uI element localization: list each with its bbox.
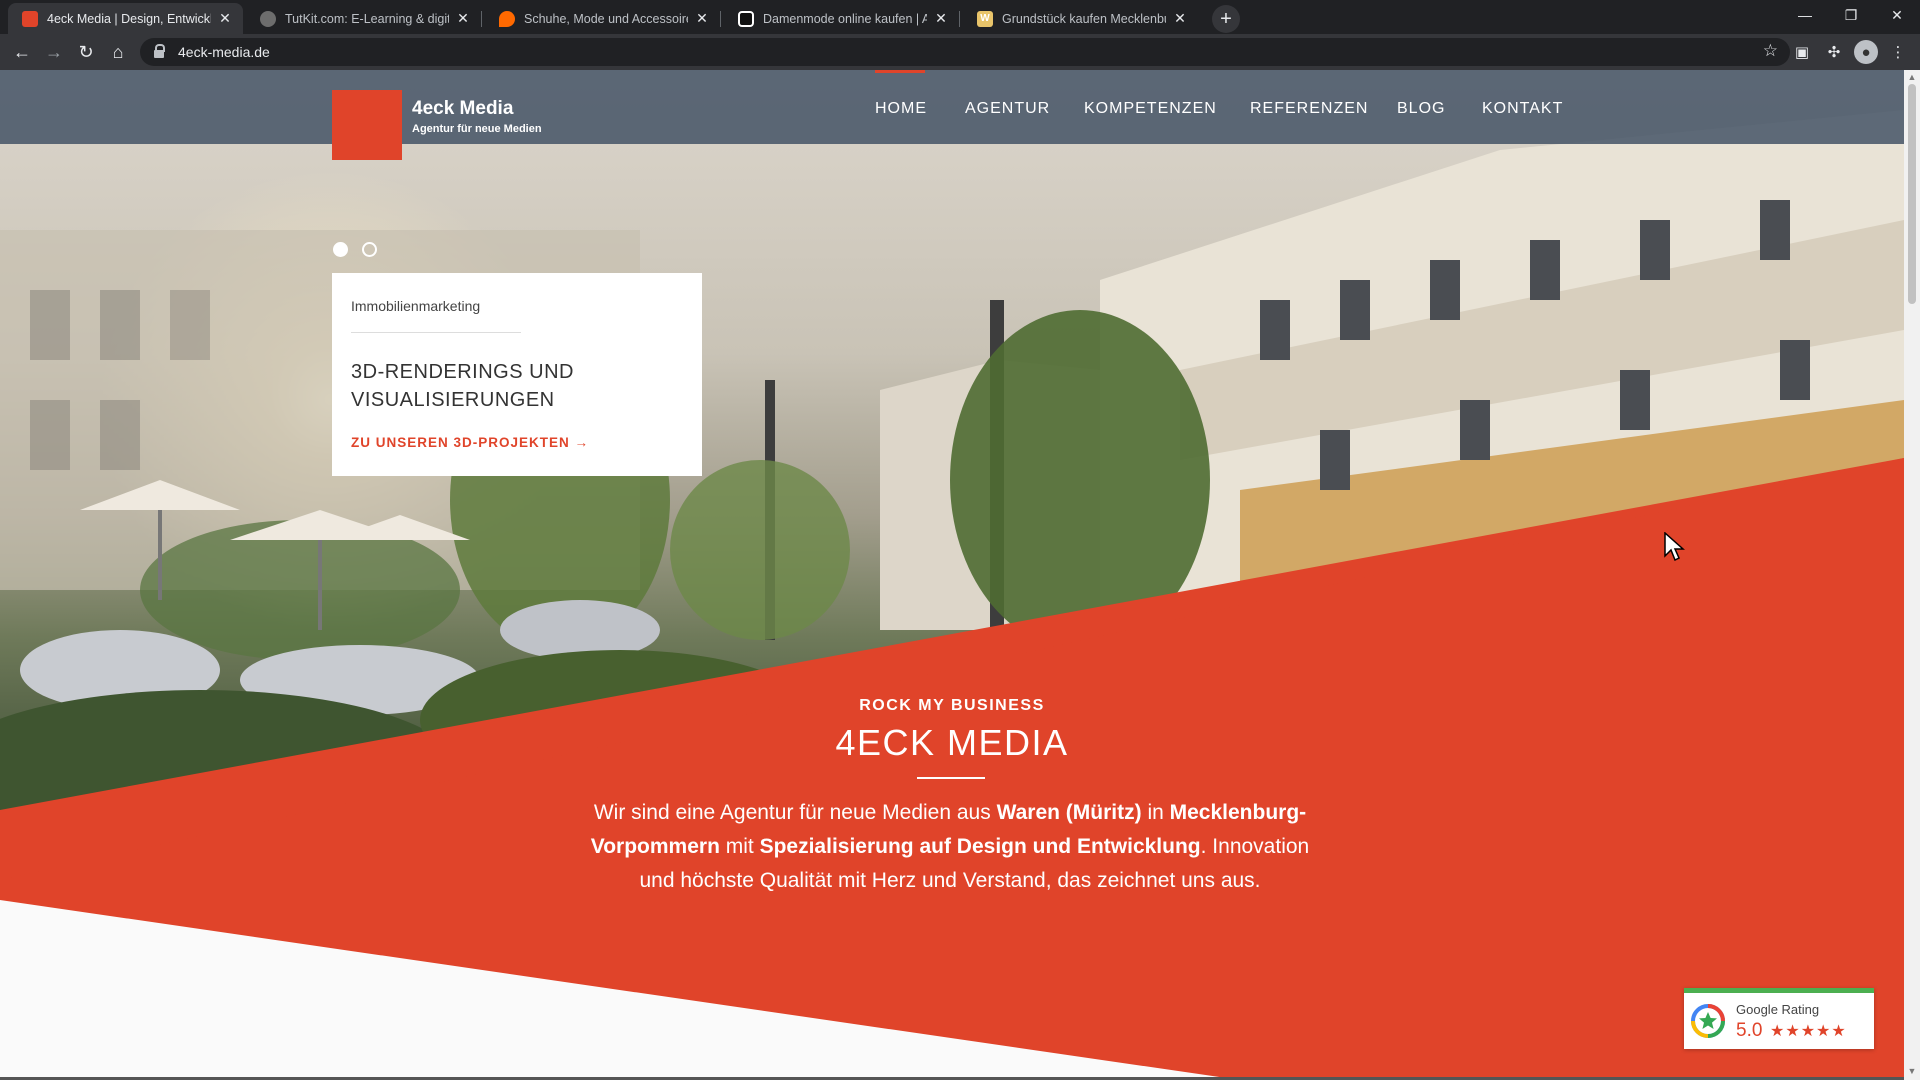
section-title: 4ECK MEDIA — [835, 722, 1069, 763]
tab-title: 4eck Media | Design, Entwicklung — [47, 11, 211, 26]
home-icon[interactable]: ⌂ — [104, 38, 132, 66]
slider-card: Immobilienmarketing 3D-RENDERINGS UND VI… — [332, 273, 702, 476]
tab-shoes[interactable]: Schuhe, Mode und Accessoires ✕ — [485, 3, 721, 34]
browser-toolbar: ← → ↻ ⌂ 4eck-media.de ☆ ▣ ✣ ● ⋮ — [0, 34, 1920, 70]
section-kicker: ROCK MY BUSINESS — [859, 697, 1045, 714]
tab-grundstueck[interactable]: W Grundstück kaufen Mecklenburg ✕ — [963, 3, 1198, 34]
url-text: 4eck-media.de — [178, 44, 270, 60]
rating-stars-icon: ★★★★★ — [1770, 1023, 1847, 1040]
tab-4eck-media[interactable]: 4eck Media | Design, Entwicklung ✕ — [8, 3, 243, 34]
lock-icon — [154, 44, 165, 58]
close-window-icon[interactable]: ✕ — [1874, 0, 1920, 30]
site-header: 4eck Media Agentur für neue Medien HOME … — [0, 70, 1904, 144]
reload-icon[interactable]: ↻ — [72, 38, 100, 66]
minimize-icon[interactable]: — — [1782, 0, 1828, 30]
tab-title: TutKit.com: E-Learning & digitale — [285, 11, 449, 26]
nav-kompetenzen[interactable]: KOMPETENZEN — [1084, 100, 1217, 118]
nav-blog[interactable]: BLOG — [1397, 100, 1445, 118]
nav-agentur[interactable]: AGENTUR — [965, 100, 1050, 118]
tab-about-you[interactable]: Damenmode online kaufen | ABOUT ✕ — [724, 3, 960, 34]
intro-text: mit — [719, 835, 760, 858]
slider-dot-2[interactable] — [362, 242, 377, 257]
tab-title: Grundstück kaufen Mecklenburg — [1002, 11, 1166, 26]
google-rating-badge[interactable]: Google Rating 5.0 ★★★★★ — [1684, 988, 1874, 1049]
slider-dot-1[interactable] — [333, 242, 348, 257]
tab-separator — [720, 11, 721, 27]
favicon-shop-icon — [499, 10, 515, 27]
nav-referenzen[interactable]: REFERENZEN — [1250, 100, 1368, 118]
close-tab-icon[interactable]: ✕ — [455, 10, 471, 27]
tab-title: Schuhe, Mode und Accessoires — [524, 11, 688, 26]
favicon-4eck-icon — [22, 10, 38, 27]
browser-tab-bar: 4eck Media | Design, Entwicklung ✕ TutKi… — [0, 0, 1920, 34]
close-tab-icon[interactable]: ✕ — [933, 10, 949, 27]
scroll-down-icon[interactable]: ▼ — [1904, 1066, 1920, 1076]
active-menu-indicator — [875, 70, 925, 73]
favicon-about-you-icon — [738, 10, 754, 27]
favicon-property-icon: W — [977, 10, 993, 27]
card-divider — [351, 332, 521, 333]
logo-name[interactable]: 4eck Media — [412, 98, 513, 120]
close-tab-icon[interactable]: ✕ — [694, 10, 710, 27]
page-scrollbar[interactable]: ▲ ▼ — [1904, 70, 1920, 1080]
tab-title: Damenmode online kaufen | ABOUT — [763, 11, 927, 26]
intro-paragraph: Wir sind eine Agentur für neue Medien au… — [580, 796, 1320, 898]
extensions-puzzle-icon[interactable]: ✣ — [1822, 40, 1846, 64]
logo-tagline: Agentur für neue Medien — [412, 123, 542, 135]
forward-arrow-icon[interactable]: → — [40, 38, 68, 66]
close-tab-icon[interactable]: ✕ — [1172, 10, 1188, 27]
rating-label: Google Rating — [1736, 1002, 1820, 1017]
mouse-cursor-icon — [1664, 532, 1685, 562]
restore-icon[interactable]: ❐ — [1828, 0, 1874, 30]
intro-bold-location: Waren (Müritz) — [996, 801, 1142, 824]
tab-separator — [481, 11, 482, 27]
cast-icon[interactable]: ▣ — [1790, 40, 1814, 64]
card-cta-link[interactable]: ZU UNSEREN 3D-PROJEKTEN → — [351, 435, 589, 450]
tab-tutkit[interactable]: TutKit.com: E-Learning & digitale ✕ — [246, 3, 482, 34]
profile-avatar-icon[interactable]: ● — [1854, 40, 1878, 64]
new-tab-button[interactable]: + — [1212, 5, 1240, 33]
scrollbar-thumb[interactable] — [1908, 84, 1916, 304]
card-category: Immobilienmarketing — [351, 298, 481, 314]
intro-text: Wir sind eine Agentur für neue Medien au… — [593, 801, 997, 824]
favicon-tutkit-icon — [260, 10, 276, 27]
logo-square-icon[interactable] — [332, 90, 402, 160]
tab-separator — [959, 11, 960, 27]
nav-kontakt[interactable]: KONTAKT — [1482, 100, 1563, 118]
bookmark-star-icon[interactable]: ☆ — [1763, 41, 1778, 61]
back-arrow-icon[interactable]: ← — [8, 38, 36, 66]
scroll-up-icon[interactable]: ▲ — [1904, 72, 1920, 82]
card-title: 3D-RENDERINGS UND VISUALISIERUNGEN — [351, 361, 574, 411]
intro-bold-specialization: Spezialisierung auf Design und Entwicklu… — [759, 835, 1201, 858]
page-viewport: 4eck Media Agentur für neue Medien HOME … — [0, 70, 1920, 1080]
title-underline — [917, 777, 985, 779]
section-divider-shape — [0, 458, 1904, 1080]
rating-score: 5.0 — [1736, 1020, 1763, 1041]
address-bar[interactable]: 4eck-media.de ☆ — [140, 38, 1790, 66]
menu-dots-icon[interactable]: ⋮ — [1886, 40, 1910, 64]
intro-text: in — [1141, 801, 1170, 824]
nav-home[interactable]: HOME — [875, 100, 927, 118]
close-tab-icon[interactable]: ✕ — [217, 10, 233, 27]
google-star-icon — [1691, 1004, 1725, 1038]
